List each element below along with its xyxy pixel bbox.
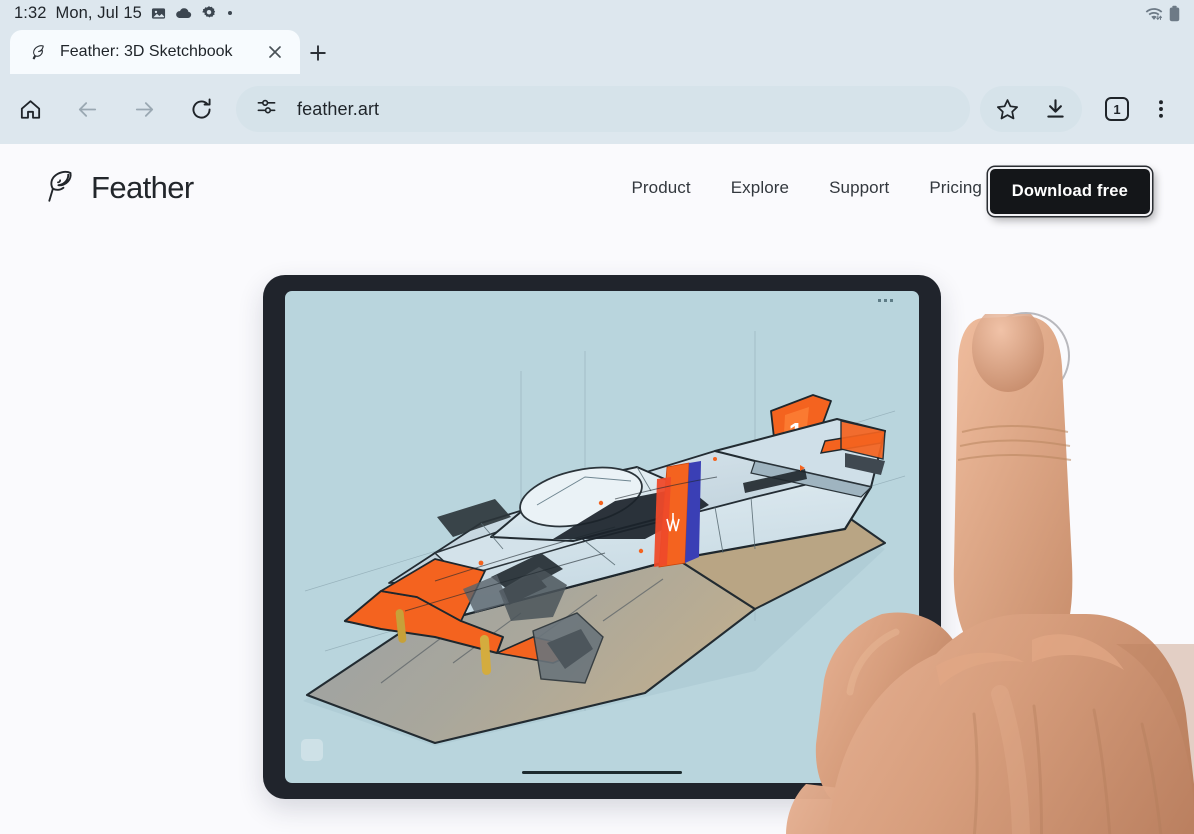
- three-dot-menu-icon[interactable]: [1140, 88, 1182, 130]
- back-icon[interactable]: [66, 88, 108, 130]
- status-bar-left: 1:32 Mon, Jul 15: [0, 3, 233, 23]
- download-icon[interactable]: [1034, 88, 1076, 130]
- nav-link-product[interactable]: Product: [631, 178, 690, 198]
- pointing-hand-cursor: [786, 314, 1194, 834]
- brand-name: Feather: [91, 170, 194, 205]
- tab-title: Feather: 3D Sketchbook: [60, 43, 233, 60]
- tune-icon[interactable]: [256, 96, 277, 122]
- feather-icon: [28, 42, 48, 62]
- action-pill: [980, 86, 1082, 132]
- tab-counter-button[interactable]: 1: [1096, 88, 1138, 130]
- clock: 1:32: [14, 3, 47, 22]
- url-text[interactable]: feather.art: [297, 99, 379, 120]
- web-page-content: Feather Product Explore Support Pricing …: [0, 144, 1194, 834]
- dot-indicator: [227, 10, 233, 16]
- nav-link-pricing[interactable]: Pricing: [929, 178, 982, 198]
- address-bar[interactable]: feather.art: [236, 86, 970, 132]
- nav-link-support[interactable]: Support: [829, 178, 889, 198]
- tab-count-label: 1: [1105, 97, 1129, 121]
- home-icon[interactable]: [9, 88, 51, 130]
- nav-link-explore[interactable]: Explore: [731, 178, 789, 198]
- feather-logo-icon: [44, 168, 77, 209]
- star-icon[interactable]: [986, 88, 1028, 130]
- battery-icon[interactable]: [1169, 5, 1180, 22]
- download-free-button[interactable]: Download free: [987, 167, 1152, 216]
- browser-toolbar: feather.art 1: [0, 74, 1194, 144]
- brand-logo[interactable]: Feather: [44, 168, 194, 209]
- tab-strip: Feather: 3D Sketchbook: [0, 26, 1194, 74]
- date-label: Mon, Jul 15: [55, 3, 142, 22]
- system-status-bar: 1:32 Mon, Jul 15: [0, 0, 1194, 26]
- status-bar-right: [1144, 5, 1194, 22]
- screen-root: 1:32 Mon, Jul 15 Feather: 3D Sketchbook …: [0, 0, 1194, 834]
- toolbar-actions: 1: [980, 86, 1194, 132]
- cloud-icon[interactable]: [175, 7, 192, 20]
- gear-icon[interactable]: [201, 5, 217, 21]
- reload-icon[interactable]: [180, 88, 222, 130]
- canvas-tool-badge[interactable]: [301, 739, 323, 761]
- image-icon[interactable]: [151, 6, 166, 21]
- home-indicator[interactable]: [522, 770, 682, 774]
- close-icon[interactable]: [262, 39, 288, 65]
- forward-icon[interactable]: [123, 88, 165, 130]
- new-tab-button[interactable]: [303, 38, 333, 68]
- wifi-icon[interactable]: [1144, 5, 1164, 21]
- browser-tab-active[interactable]: Feather: 3D Sketchbook: [10, 30, 300, 74]
